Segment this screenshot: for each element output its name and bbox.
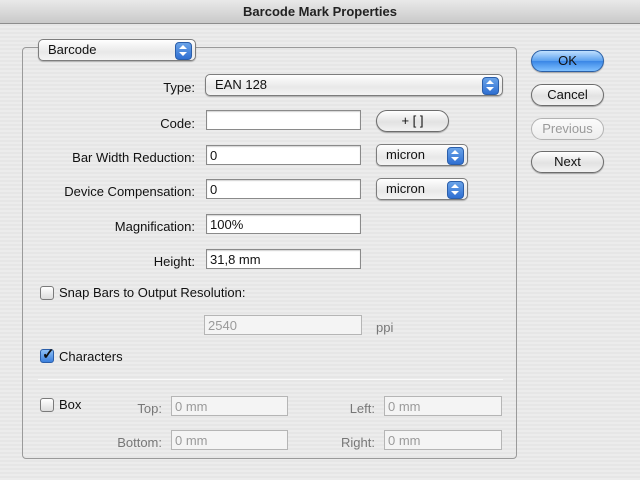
- device-compensation-label: Device Compensation:: [64, 184, 195, 199]
- bar-width-reduction-label: Bar Width Reduction:: [72, 150, 195, 165]
- type-label: Type:: [163, 80, 195, 95]
- resolution-unit-label: ppi: [376, 320, 394, 335]
- popup-arrows-icon: [482, 77, 499, 95]
- cancel-button[interactable]: Cancel: [531, 84, 604, 106]
- previous-button[interactable]: Previous: [531, 118, 604, 140]
- type-popup-value: EAN 128: [215, 77, 268, 92]
- bar-width-unit-value: micron: [386, 147, 426, 162]
- code-field[interactable]: [206, 110, 361, 130]
- code-label: Code:: [160, 116, 195, 131]
- characters-checkbox[interactable]: ✓: [40, 346, 55, 363]
- mark-type-popup[interactable]: Barcode: [38, 39, 196, 61]
- window-title: Barcode Mark Properties: [0, 0, 640, 24]
- device-compensation-unit-value: micron: [386, 181, 426, 196]
- magnification-label: Magnification:: [114, 219, 195, 234]
- box-right-field: [384, 430, 502, 450]
- magnification-field[interactable]: [206, 214, 361, 234]
- box-bottom-label: Bottom:: [117, 435, 162, 450]
- popup-arrows-icon: [175, 42, 192, 60]
- popup-arrows-icon: [447, 147, 464, 165]
- device-compensation-unit-popup[interactable]: micron: [376, 178, 468, 200]
- insert-special-button[interactable]: + [ ]: [376, 110, 449, 132]
- height-field[interactable]: [206, 249, 361, 269]
- box-top-field: [171, 396, 288, 416]
- snap-bars-label[interactable]: Snap Bars to Output Resolution:: [59, 285, 245, 300]
- separator: [38, 379, 503, 380]
- device-compensation-field[interactable]: [206, 179, 361, 199]
- box-right-label: Right:: [341, 435, 375, 450]
- box-bottom-field: [171, 430, 288, 450]
- bar-width-unit-popup[interactable]: micron: [376, 144, 468, 166]
- height-label: Height:: [153, 254, 195, 269]
- box-label[interactable]: Box: [59, 397, 81, 412]
- box-checkbox[interactable]: [40, 398, 54, 412]
- box-left-label: Left:: [349, 401, 375, 416]
- bar-width-reduction-field[interactable]: [206, 145, 361, 165]
- box-top-label: Top:: [137, 401, 162, 416]
- characters-label[interactable]: Characters: [59, 349, 123, 364]
- snap-bars-checkbox[interactable]: [40, 286, 54, 300]
- next-button[interactable]: Next: [531, 151, 604, 173]
- mark-type-popup-label: Barcode: [48, 42, 97, 57]
- popup-arrows-icon: [447, 181, 464, 199]
- type-popup[interactable]: EAN 128: [205, 74, 503, 96]
- box-left-field: [384, 396, 502, 416]
- output-resolution-field: [204, 315, 362, 335]
- ok-button[interactable]: OK: [531, 50, 604, 72]
- checkmark-icon: ✓: [42, 346, 55, 363]
